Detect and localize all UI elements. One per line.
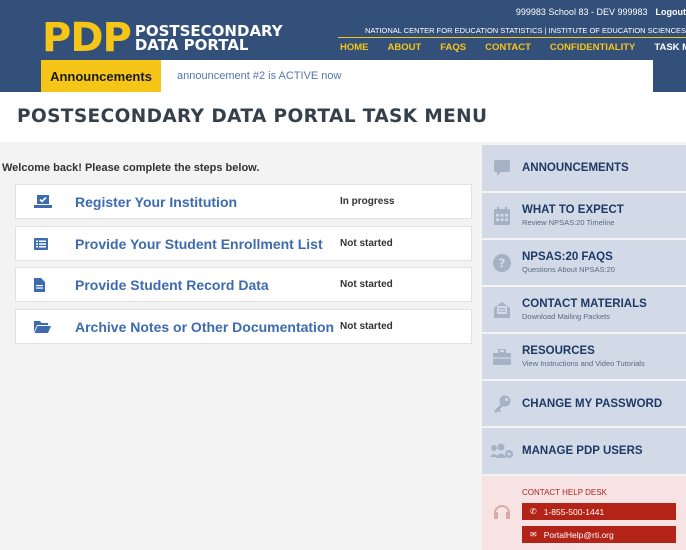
task-status: Not started (340, 321, 393, 332)
nces-ies-line[interactable]: NATIONAL CENTER FOR EDUCATION STATISTICS… (365, 26, 686, 35)
help-desk-panel: CONTACT HELP DESK ✆ 1-855-500-1441 ✉ Por… (482, 476, 686, 550)
help-email-button[interactable]: ✉ PortalHelp@rti.org (522, 526, 676, 543)
calendar-icon (482, 206, 522, 225)
announcement-message[interactable]: announcement #2 is ACTIVE now (177, 70, 341, 82)
list-icon (34, 237, 70, 250)
document-icon (34, 277, 70, 292)
key-icon (482, 395, 522, 413)
task-archive-notes[interactable]: Archive Notes or Other Documentation Not… (15, 309, 472, 344)
help-phone: 1-855-500-1441 (543, 506, 605, 517)
nav-confidentiality[interactable]: CONFIDENTIALITY (550, 42, 636, 53)
help-desk-title: CONTACT HELP DESK (522, 488, 607, 497)
nav-contact[interactable]: CONTACT (485, 42, 531, 53)
logo-line2: DATA PORTAL (134, 36, 249, 54)
sidebar-subtitle: Download Mailing Packets (522, 312, 610, 321)
svg-text:?: ? (499, 256, 506, 270)
welcome-message: Welcome back! Please complete the steps … (2, 162, 260, 174)
task-label[interactable]: Register Your Institution (75, 194, 340, 210)
headset-icon (492, 502, 512, 527)
sidebar-subtitle: Review NPSAS:20 Timeline (522, 218, 615, 227)
main-nav: HOME ABOUT FAQS CONTACT CONFIDENTIALITY … (340, 42, 686, 53)
nav-faqs[interactable]: FAQS (440, 42, 466, 53)
sidebar-title: MANAGE PDP USERS (522, 445, 643, 457)
nav-home[interactable]: HOME (340, 42, 369, 53)
sidebar-resources[interactable]: RESOURCES View Instructions and Video Tu… (482, 334, 686, 379)
user-info: 999983 School 83 - DEV 999983 Logout (516, 7, 686, 17)
help-email: PortalHelp@rti.org (543, 529, 614, 540)
nav-divider (338, 37, 686, 38)
sidebar-title: CHANGE MY PASSWORD (522, 397, 663, 410)
sidebar-title: NPSAS:20 FAQS (522, 251, 613, 263)
sidebar-subtitle: View Instructions and Video Tutorials (522, 359, 645, 368)
sidebar-subtitle: Questions About NPSAS:20 (522, 265, 615, 274)
task-label[interactable]: Provide Your Student Enrollment List (75, 236, 340, 252)
task-label[interactable]: Provide Student Record Data (75, 277, 340, 293)
sidebar-title: RESOURCES (522, 345, 595, 357)
announcement-bar: Announcements announcement #2 is ACTIVE … (41, 60, 653, 92)
logo-mark: PDP (42, 15, 132, 61)
sidebar-change-password[interactable]: CHANGE MY PASSWORD (482, 381, 686, 426)
help-phone-button[interactable]: ✆ 1-855-500-1441 (522, 503, 676, 520)
task-label[interactable]: Archive Notes or Other Documentation (75, 319, 340, 335)
sidebar-manage-users[interactable]: MANAGE PDP USERS (482, 428, 686, 474)
task-register-institution[interactable]: Register Your Institution In progress (15, 184, 472, 219)
task-status: Not started (340, 279, 393, 290)
page-title: POSTSECONDARY DATA PORTAL TASK MENU (17, 106, 488, 127)
phone-icon: ✆ (530, 507, 537, 516)
logo-text: POSTSECONDARY DATA PORTAL (134, 24, 283, 54)
sidebar-title: WHAT TO EXPECT (522, 204, 624, 216)
task-status: In progress (340, 196, 395, 207)
nav-task-menu[interactable]: TASK MENU (654, 42, 686, 53)
folder-open-icon (34, 320, 70, 333)
task-student-record-data[interactable]: Provide Student Record Data Not started (15, 267, 472, 302)
pdp-logo[interactable]: PDP POSTSECONDARY DATA PORTAL (42, 18, 283, 58)
user-school: 999983 School 83 - DEV 999983 (515, 7, 648, 17)
chat-bubble-icon (482, 159, 522, 177)
laptop-check-icon (34, 194, 70, 209)
sidebar-title: ANNOUNCEMENTS (522, 162, 629, 174)
logout-link[interactable]: Logout (656, 7, 686, 17)
announcements-tag[interactable]: Announcements (41, 60, 161, 92)
users-gear-icon (482, 443, 522, 459)
sidebar-title: CONTACT MATERIALS (522, 298, 647, 310)
task-status: Not started (340, 238, 393, 249)
question-icon: ? (482, 253, 522, 272)
sidebar-contact-materials[interactable]: CONTACT MATERIALS Download Mailing Packe… (482, 287, 686, 332)
sidebar-what-to-expect[interactable]: WHAT TO EXPECT Review NPSAS:20 Timeline (482, 193, 686, 238)
mail-icon: ✉ (530, 530, 537, 539)
site-header: PDP POSTSECONDARY DATA PORTAL 999983 Sch… (0, 0, 686, 92)
envelope-icon (482, 301, 522, 319)
sidebar-announcements[interactable]: ANNOUNCEMENTS (482, 145, 686, 191)
task-enrollment-list[interactable]: Provide Your Student Enrollment List Not… (15, 226, 472, 261)
briefcase-icon (482, 348, 522, 365)
nav-about[interactable]: ABOUT (388, 42, 422, 53)
sidebar-npsas-faqs[interactable]: ? NPSAS:20 FAQS Questions About NPSAS:20 (482, 240, 686, 285)
